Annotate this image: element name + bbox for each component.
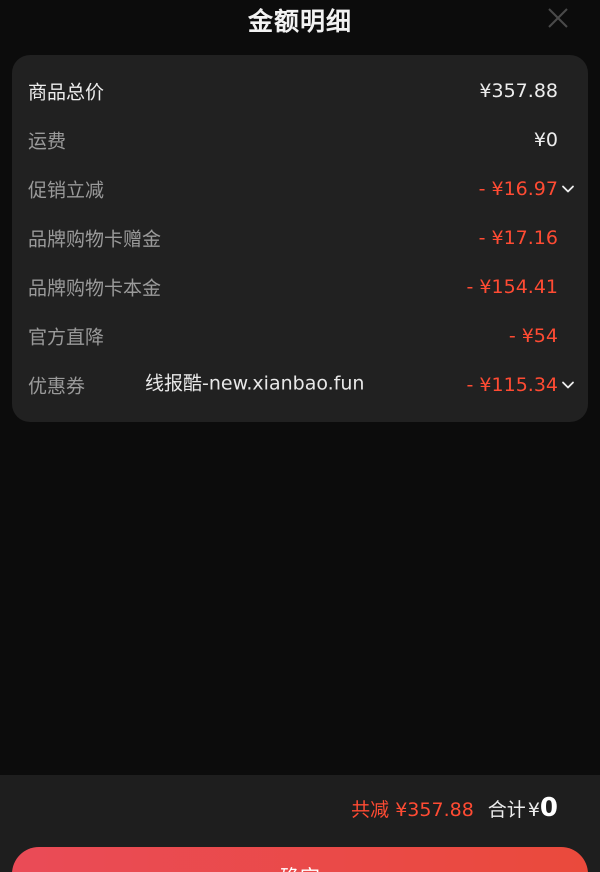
row-product-total: 商品总价 ¥357.88 xyxy=(12,66,588,115)
promotion-label: 促销立减 xyxy=(28,179,105,201)
bottom-bar: 共减 ¥357.88 合计 ¥ 0 确定 xyxy=(0,775,600,872)
chevron-down-icon xyxy=(562,381,574,388)
row-gift-card-principal: 品牌购物卡本金 - ¥154.41 xyxy=(12,262,588,311)
promotion-value: - ¥16.97 xyxy=(478,177,558,200)
shipping-value: ¥0 xyxy=(533,128,558,151)
shipping-label: 运费 xyxy=(28,130,67,152)
price-detail-card: 商品总价 ¥357.88 运费 ¥0 促销立减 - ¥16.97 品牌购物卡赠金… xyxy=(12,55,588,422)
coupon-label: 优惠券 xyxy=(28,375,86,397)
gift-card-bonus-label: 品牌购物卡赠金 xyxy=(28,228,162,250)
close-button[interactable] xyxy=(546,6,570,30)
total-amount: 0 xyxy=(539,793,558,823)
row-coupon[interactable]: 优惠券 线报酷-new.xianbao.fun - ¥115.34 xyxy=(12,360,588,409)
total-summary: 共减 ¥357.88 合计 ¥ 0 xyxy=(351,793,558,823)
gift-card-principal-value: - ¥154.41 xyxy=(466,275,558,298)
confirm-button[interactable]: 确定 xyxy=(12,847,588,872)
coupon-expand-button[interactable] xyxy=(561,378,575,392)
close-icon xyxy=(548,8,568,28)
row-gift-card-bonus: 品牌购物卡赠金 - ¥17.16 xyxy=(12,213,588,262)
official-discount-value: - ¥54 xyxy=(508,324,558,347)
total-currency: ¥ xyxy=(527,799,540,821)
amount-detail-sheet: 金额明细 商品总价 ¥357.88 运费 ¥0 促销立减 - ¥16.97 品牌… xyxy=(0,0,600,872)
total-reduction: 共减 ¥357.88 xyxy=(351,799,474,821)
total-label: 合计 xyxy=(487,799,526,821)
row-shipping: 运费 ¥0 xyxy=(12,115,588,164)
promotion-expand-button[interactable] xyxy=(561,182,575,196)
coupon-value: - ¥115.34 xyxy=(466,373,558,396)
row-official-discount: 官方直降 - ¥54 xyxy=(12,311,588,360)
product-total-label: 商品总价 xyxy=(28,81,105,103)
product-total-value: ¥357.88 xyxy=(479,79,558,102)
chevron-down-icon xyxy=(562,185,574,192)
gift-card-principal-label: 品牌购物卡本金 xyxy=(28,277,162,299)
page-title: 金额明细 xyxy=(247,7,352,36)
watermark-text: 线报酷-new.xianbao.fun xyxy=(145,371,365,394)
official-discount-label: 官方直降 xyxy=(28,326,105,348)
gift-card-bonus-value: - ¥17.16 xyxy=(478,226,558,249)
row-promotion[interactable]: 促销立减 - ¥16.97 xyxy=(12,164,588,213)
header: 金额明细 xyxy=(0,0,600,44)
